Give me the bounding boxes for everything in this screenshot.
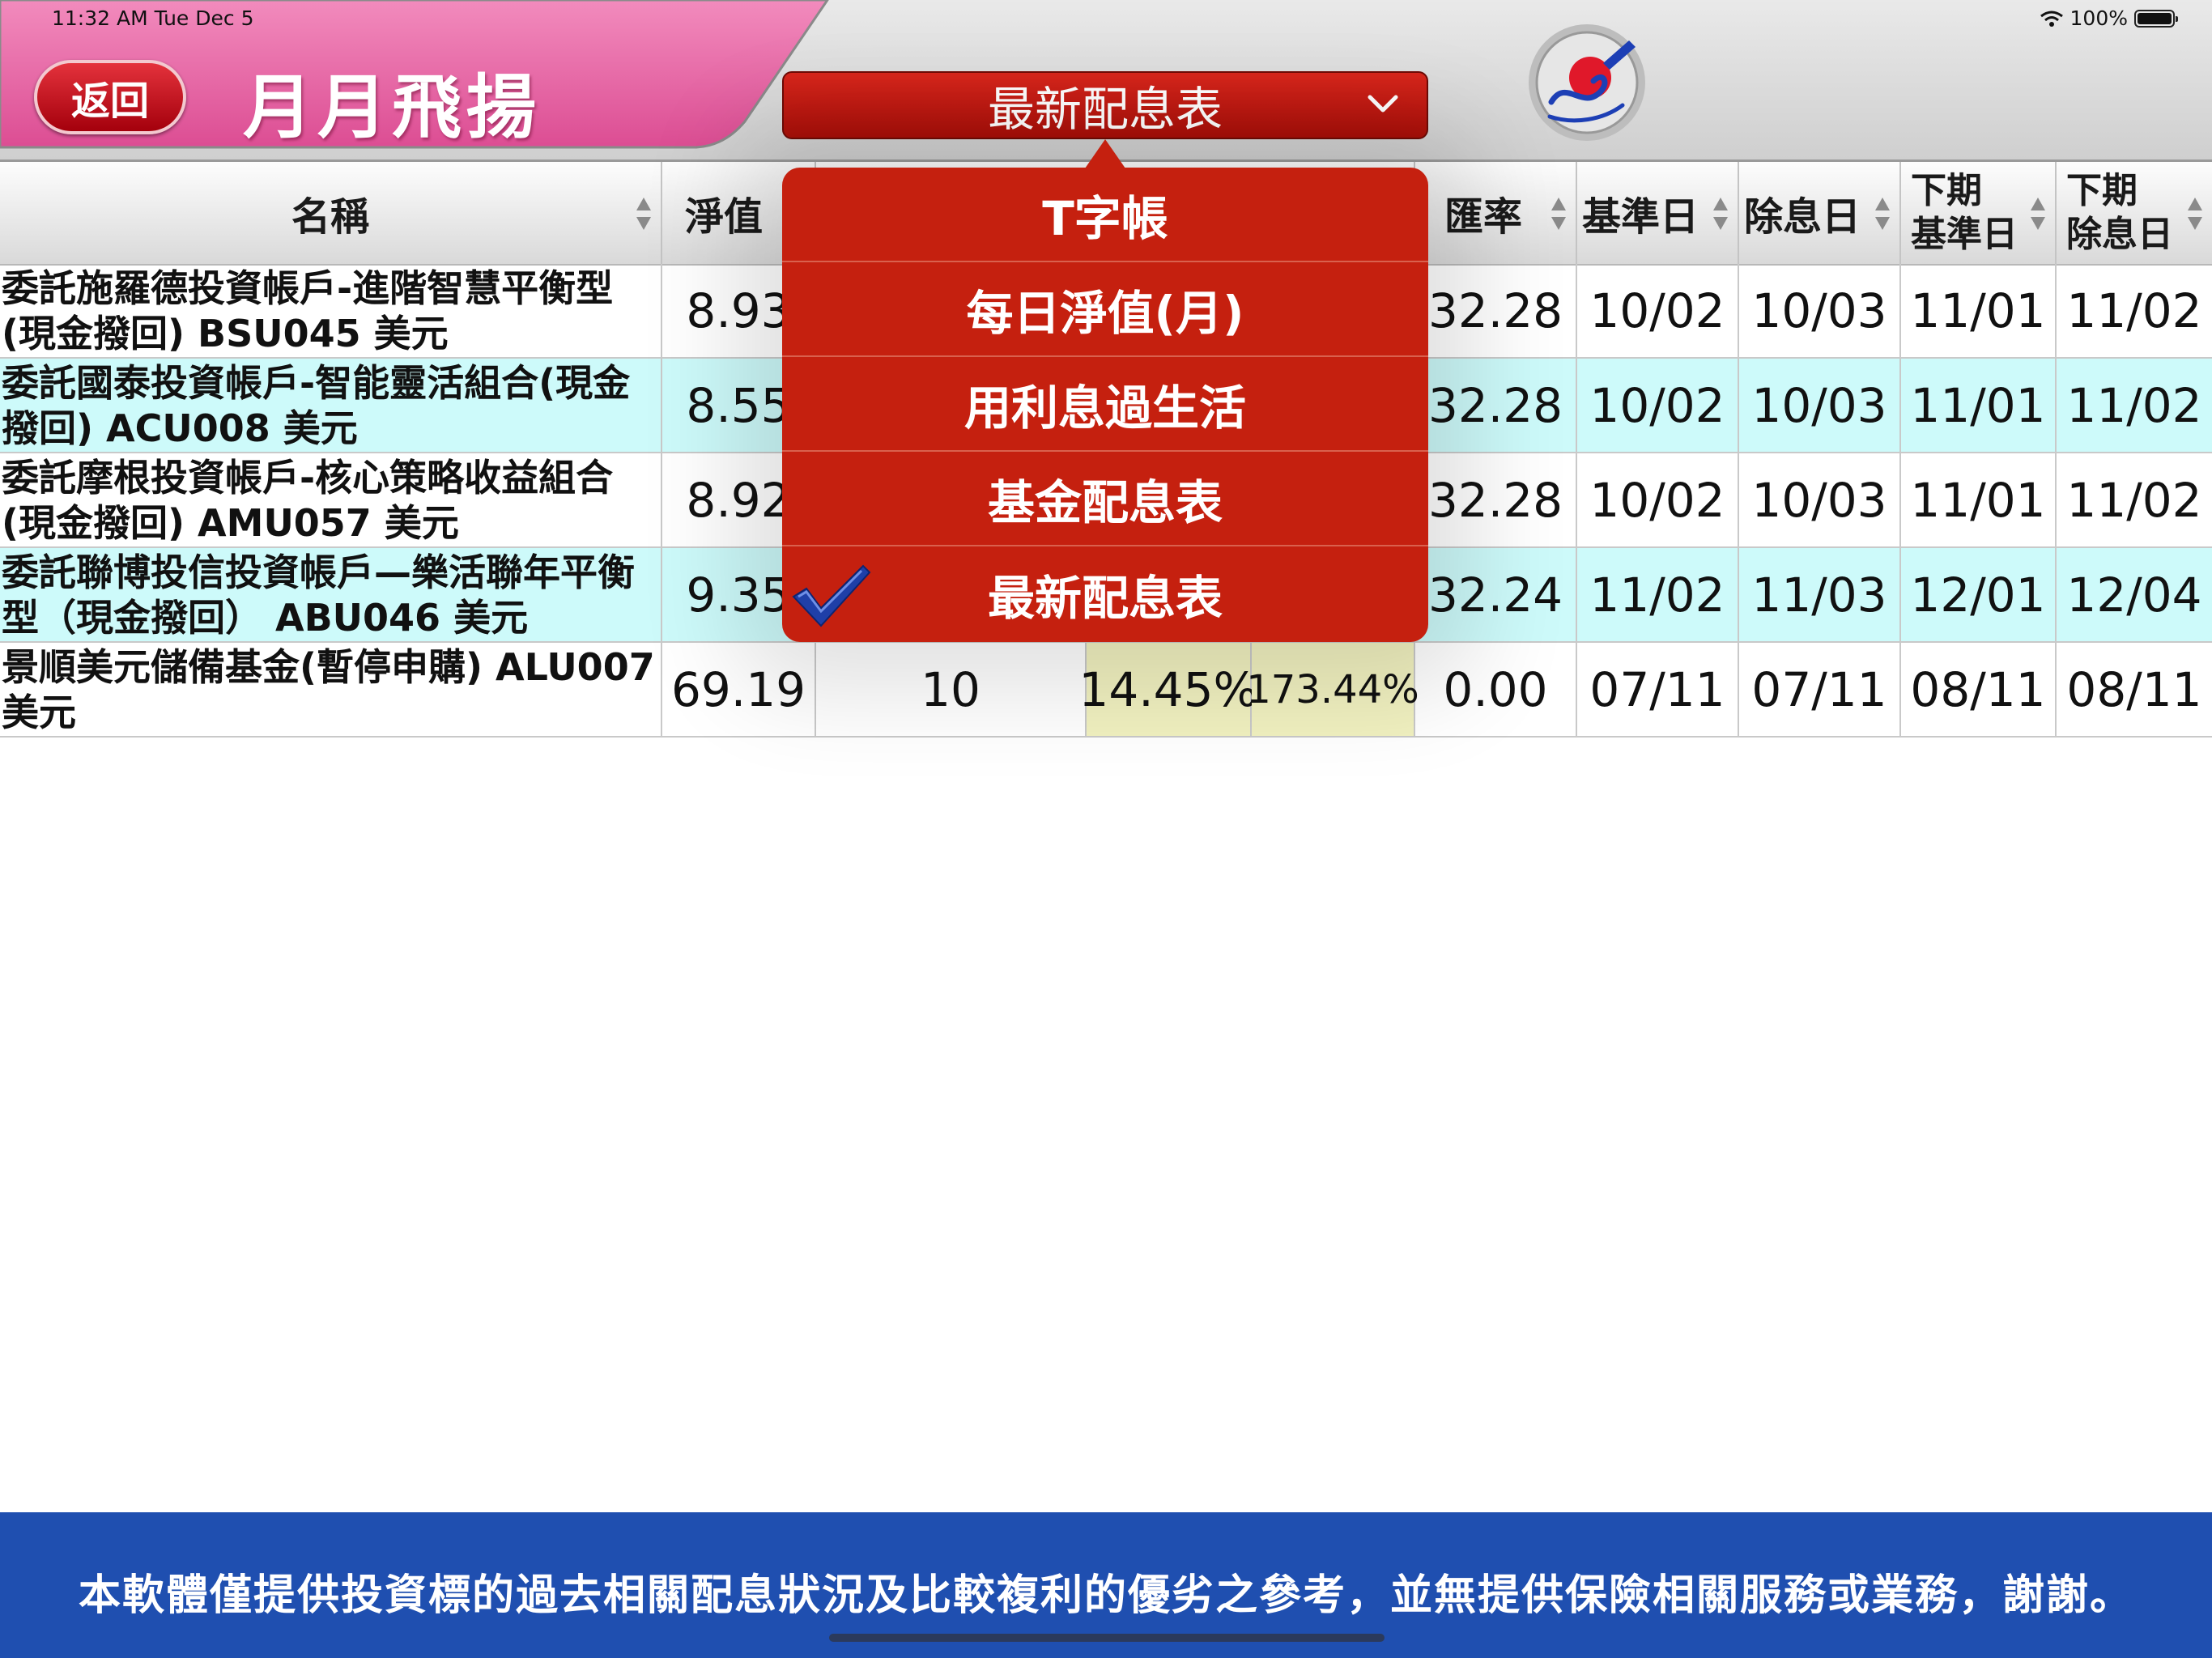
page-title: 月月飛揚 xyxy=(243,67,541,148)
report-dropdown-button[interactable]: 最新配息表 xyxy=(782,71,1428,139)
column-header-next-ex-date[interactable]: 下期 除息日 xyxy=(2057,162,2212,264)
sort-icon xyxy=(2188,198,2202,230)
home-indicator[interactable] xyxy=(829,1634,1385,1642)
sort-icon xyxy=(636,198,651,230)
next-ex-date-cell: 08/11 xyxy=(2066,661,2202,717)
rate-cell: 32.28 xyxy=(1415,453,1577,546)
next-base-date-cell: 12/01 xyxy=(1901,548,2057,641)
sort-icon xyxy=(2031,198,2045,230)
column-header-label: 下期 基準日 xyxy=(1911,169,2018,257)
ex-date-cell: 11/03 xyxy=(1739,548,1901,641)
base-date-cell: 07/11 xyxy=(1577,643,1739,736)
menu-item-label: 用利息過生活 xyxy=(963,380,1246,436)
header-line: 基準日 xyxy=(1911,214,2018,255)
column-header-rate[interactable]: 匯率 xyxy=(1415,162,1577,264)
next-ex-date-cell: 11/02 xyxy=(2066,283,2202,338)
base-date-cell: 10/02 xyxy=(1577,264,1739,357)
ex-date-cell: 10/03 xyxy=(1739,359,1901,452)
back-button[interactable]: 返回 xyxy=(34,60,186,134)
next-ex-date-cell: 11/02 xyxy=(2066,472,2202,528)
menu-item-t-account[interactable]: T字帳 xyxy=(782,168,1428,262)
sort-icon xyxy=(1875,198,1890,230)
column-header-label: 除息日 xyxy=(1744,194,1861,240)
fund-name-cell: 委託國泰投資帳戶-智能靈活組合(現金撥回) ACU008 美元 xyxy=(0,359,662,452)
rate-cell: 0.00 xyxy=(1415,643,1577,736)
base-date-cell: 11/02 xyxy=(1577,548,1739,641)
checkmark-icon xyxy=(792,564,871,627)
menu-item-label: T字帳 xyxy=(1042,190,1168,246)
next-ex-date-cell: 12/04 xyxy=(2066,567,2202,623)
ex-date-cell: 10/03 xyxy=(1739,264,1901,357)
next-ex-date-cell: 11/02 xyxy=(2066,377,2202,433)
report-dropdown-menu: T字帳 每日淨值(月) 用利息過生活 基金配息表 最新配息表 xyxy=(782,168,1428,642)
app-logo-icon[interactable] xyxy=(1525,21,1648,144)
value-cell: 10 xyxy=(816,643,1087,736)
percent-cell: 173.44% xyxy=(1246,643,1419,736)
header-line: 除息日 xyxy=(2066,214,2173,255)
base-date-cell: 10/02 xyxy=(1577,453,1739,546)
column-header-label: 名稱 xyxy=(291,194,369,240)
column-header-base-date[interactable]: 基準日 xyxy=(1577,162,1739,264)
fund-name-cell: 景順美元儲備基金(暫停申購) ALU007 美元 xyxy=(0,643,662,736)
disclaimer-text: 本軟體僅提供投資標的過去相關配息狀況及比較複利的優劣之參考，並無提供保險相關服務… xyxy=(78,1571,2133,1620)
menu-item-daily-nav[interactable]: 每日淨值(月) xyxy=(782,262,1428,357)
dropdown-selected-label: 最新配息表 xyxy=(987,82,1223,137)
percent-cell: 14.45% xyxy=(1078,643,1258,736)
menu-item-latest-dividend-table[interactable]: 最新配息表 xyxy=(782,546,1428,641)
next-base-date-cell: 08/11 xyxy=(1901,643,2057,736)
fund-name-cell: 委託聯博投信投資帳戶—樂活聯年平衡型（現金撥回） ABU046 美元 xyxy=(0,548,662,641)
chevron-down-icon xyxy=(1368,95,1398,113)
header-line: 下期 xyxy=(1911,170,1982,211)
next-base-date-cell: 11/01 xyxy=(1901,453,2057,546)
rate-cell: 32.24 xyxy=(1415,548,1577,641)
column-header-label: 下期 除息日 xyxy=(2066,169,2173,257)
rate-cell: 32.28 xyxy=(1415,359,1577,452)
ex-date-cell: 10/03 xyxy=(1739,453,1901,546)
column-header-ex-date[interactable]: 除息日 xyxy=(1739,162,1901,264)
base-date-cell: 10/02 xyxy=(1577,359,1739,452)
header-line: 下期 xyxy=(2066,170,2138,211)
menu-pointer-arrow xyxy=(1085,139,1125,168)
nav-cell: 69.19 xyxy=(662,643,816,736)
menu-item-live-on-interest[interactable]: 用利息過生活 xyxy=(782,357,1428,452)
ex-date-cell: 07/11 xyxy=(1739,643,1901,736)
column-header-label: 淨值 xyxy=(685,194,764,240)
next-base-date-cell: 11/01 xyxy=(1901,264,2057,357)
fund-name-cell: 委託施羅德投資帳戶-進階智慧平衡型(現金撥回) BSU045 美元 xyxy=(0,264,662,357)
rate-cell: 32.28 xyxy=(1415,264,1577,357)
table-row[interactable]: 景順美元儲備基金(暫停申購) ALU007 美元 69.19 10 14.45%… xyxy=(0,643,2212,738)
menu-item-label: 每日淨值(月) xyxy=(966,285,1244,341)
column-header-label: 基準日 xyxy=(1582,194,1699,240)
status-bar: 11:32 AM Tue Dec 5 100% xyxy=(0,0,2212,39)
column-header-name[interactable]: 名稱 xyxy=(0,162,662,264)
wifi-icon xyxy=(2040,11,2063,27)
battery-icon xyxy=(2134,9,2178,28)
menu-item-label: 最新配息表 xyxy=(987,570,1223,626)
menu-item-fund-dividend-table[interactable]: 基金配息表 xyxy=(782,452,1428,546)
column-header-next-base-date[interactable]: 下期 基準日 xyxy=(1901,162,2057,264)
next-base-date-cell: 11/01 xyxy=(1901,359,2057,452)
menu-item-label: 基金配息表 xyxy=(987,474,1223,530)
status-right: 100% xyxy=(2040,6,2178,30)
battery-percent: 100% xyxy=(2069,6,2128,30)
fund-name-cell: 委託摩根投資帳戶-核心策略收益組合(現金撥回) AMU057 美元 xyxy=(0,453,662,546)
column-header-label: 匯率 xyxy=(1444,194,1523,240)
status-time: 11:32 AM Tue Dec 5 xyxy=(52,6,254,30)
sort-icon xyxy=(1551,198,1566,230)
sort-icon xyxy=(1713,198,1728,230)
